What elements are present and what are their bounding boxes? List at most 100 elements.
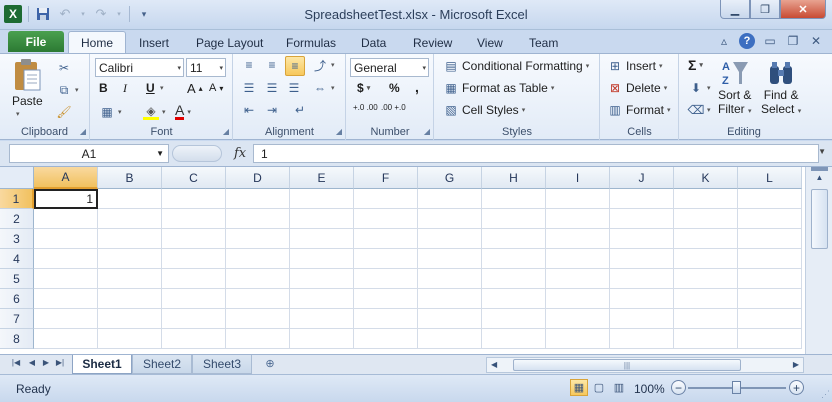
sheet-tab-sheet2[interactable]: Sheet2 bbox=[132, 355, 192, 374]
minimize-ribbon-icon[interactable]: ▵ bbox=[716, 34, 732, 48]
column-header-h[interactable]: H bbox=[482, 167, 546, 189]
grid-cell[interactable] bbox=[610, 329, 674, 349]
formula-bar-divider[interactable] bbox=[172, 145, 222, 162]
increase-indent-button[interactable]: ⇥ bbox=[264, 102, 280, 118]
redo-icon[interactable]: ↷ bbox=[93, 6, 109, 22]
row-header-2[interactable]: 2 bbox=[0, 209, 34, 229]
italic-button[interactable]: I bbox=[123, 81, 127, 96]
vertical-scrollbar[interactable]: ▲ bbox=[805, 167, 832, 355]
column-header-j[interactable]: J bbox=[610, 167, 674, 189]
number-launcher-icon[interactable]: ◢ bbox=[424, 127, 430, 136]
align-right-button[interactable]: ☰ bbox=[286, 80, 302, 96]
expand-formula-bar-icon[interactable]: ▼ bbox=[818, 147, 826, 156]
grid-cell[interactable] bbox=[162, 309, 226, 329]
tab-page-layout[interactable]: Page Layout bbox=[196, 33, 263, 53]
grid-cell[interactable] bbox=[482, 249, 546, 269]
orientation-button[interactable]: ⤴ ▾ bbox=[312, 57, 335, 73]
grid-cell[interactable] bbox=[418, 309, 482, 329]
sheet-tab-sheet3[interactable]: Sheet3 bbox=[192, 355, 252, 374]
zoom-slider-thumb[interactable] bbox=[732, 381, 741, 394]
tab-view[interactable]: View bbox=[477, 33, 503, 53]
grid-cell[interactable] bbox=[418, 189, 482, 209]
grid-cell[interactable] bbox=[418, 269, 482, 289]
grid-cell[interactable] bbox=[98, 329, 162, 349]
customize-qat-icon[interactable]: ▾ bbox=[136, 6, 152, 22]
scroll-up-icon[interactable]: ▲ bbox=[812, 170, 827, 185]
grid-cell[interactable] bbox=[674, 309, 738, 329]
grid-cell[interactable] bbox=[98, 229, 162, 249]
bottom-align-button[interactable]: ≡ bbox=[285, 56, 305, 76]
grid-cell[interactable] bbox=[610, 289, 674, 309]
grid-cell[interactable] bbox=[738, 269, 802, 289]
grid-cell[interactable] bbox=[226, 189, 290, 209]
grid-cell[interactable] bbox=[290, 229, 354, 249]
grid-cell[interactable] bbox=[34, 249, 98, 269]
grid-cell[interactable] bbox=[162, 209, 226, 229]
grid-cell[interactable] bbox=[418, 289, 482, 309]
grid-cell[interactable] bbox=[98, 249, 162, 269]
workbook-close-icon[interactable]: ✕ bbox=[808, 34, 824, 48]
grid-cell[interactable] bbox=[482, 269, 546, 289]
grid-cell[interactable] bbox=[226, 269, 290, 289]
column-header-g[interactable]: G bbox=[418, 167, 482, 189]
row-header-6[interactable]: 6 bbox=[0, 289, 34, 309]
decrease-indent-button[interactable]: ⇤ bbox=[241, 102, 257, 118]
format-painter-button[interactable]: 🖌 bbox=[56, 104, 72, 120]
grid-cell[interactable] bbox=[98, 269, 162, 289]
sheet-tab-sheet1[interactable]: Sheet1 bbox=[72, 355, 132, 374]
grid-cell[interactable] bbox=[610, 189, 674, 209]
column-header-i[interactable]: I bbox=[546, 167, 610, 189]
column-header-f[interactable]: F bbox=[354, 167, 418, 189]
first-sheet-icon[interactable]: |◀ bbox=[10, 358, 22, 367]
grid-cell[interactable] bbox=[290, 329, 354, 349]
grid-cell[interactable] bbox=[226, 209, 290, 229]
merge-center-button[interactable]: ⇔ ▾ bbox=[312, 80, 335, 96]
number-format-combo[interactable]: General ▾ bbox=[350, 58, 429, 77]
tab-home[interactable]: Home bbox=[68, 31, 127, 53]
column-header-d[interactable]: D bbox=[226, 167, 290, 189]
grid-cell[interactable] bbox=[546, 309, 610, 329]
tab-insert[interactable]: Insert bbox=[139, 33, 169, 53]
column-header-b[interactable]: B bbox=[98, 167, 162, 189]
grow-font-button[interactable]: A ▴ bbox=[187, 81, 203, 96]
grid-cell[interactable] bbox=[418, 229, 482, 249]
grid-cell[interactable] bbox=[738, 289, 802, 309]
vertical-scroll-thumb[interactable] bbox=[811, 189, 828, 249]
grid-cell[interactable] bbox=[610, 209, 674, 229]
grid-cell[interactable] bbox=[674, 189, 738, 209]
grid-cell[interactable] bbox=[418, 209, 482, 229]
increase-decimal-button[interactable]: +.0 .00 bbox=[353, 104, 378, 112]
clipboard-launcher-icon[interactable]: ◢ bbox=[80, 127, 86, 136]
normal-view-button[interactable]: ▦ bbox=[570, 379, 588, 396]
grid-cell[interactable] bbox=[162, 229, 226, 249]
comma-button[interactable]: , bbox=[415, 79, 419, 95]
grid-cell[interactable] bbox=[354, 189, 418, 209]
font-color-button[interactable]: A ▾ bbox=[175, 103, 191, 120]
formula-input[interactable]: 1 bbox=[253, 144, 819, 163]
close-button[interactable]: ✕ bbox=[780, 0, 826, 19]
paste-dropdown[interactable]: ▾ bbox=[16, 110, 20, 118]
grid-cell[interactable] bbox=[354, 249, 418, 269]
grid-cell[interactable] bbox=[98, 189, 162, 209]
borders-button[interactable]: ▦ ▾ bbox=[99, 104, 121, 120]
tab-file[interactable]: File bbox=[8, 31, 64, 52]
grid-cell[interactable] bbox=[674, 249, 738, 269]
grid-cell[interactable] bbox=[354, 269, 418, 289]
grid-cell[interactable] bbox=[290, 309, 354, 329]
insert-function-icon[interactable]: fx bbox=[234, 146, 246, 161]
grid-cell[interactable] bbox=[738, 209, 802, 229]
grid-cell[interactable] bbox=[290, 269, 354, 289]
column-header-k[interactable]: K bbox=[674, 167, 738, 189]
grid-cell[interactable] bbox=[546, 189, 610, 209]
fill-button[interactable]: ⬇ ▾ bbox=[688, 80, 711, 96]
grid-cell[interactable] bbox=[674, 229, 738, 249]
grid-cell[interactable] bbox=[162, 289, 226, 309]
grid-cell[interactable] bbox=[546, 289, 610, 309]
grid-cell[interactable] bbox=[546, 269, 610, 289]
grid-cell[interactable] bbox=[354, 229, 418, 249]
copy-button[interactable]: ⧉ ▾ bbox=[56, 82, 79, 98]
undo-dropdown-icon[interactable]: ▾ bbox=[79, 6, 87, 22]
cut-button[interactable]: ✂ bbox=[56, 60, 72, 76]
horizontal-scroll-thumb[interactable]: ||| bbox=[513, 359, 741, 371]
font-size-combo[interactable]: 11 ▾ bbox=[186, 58, 226, 77]
